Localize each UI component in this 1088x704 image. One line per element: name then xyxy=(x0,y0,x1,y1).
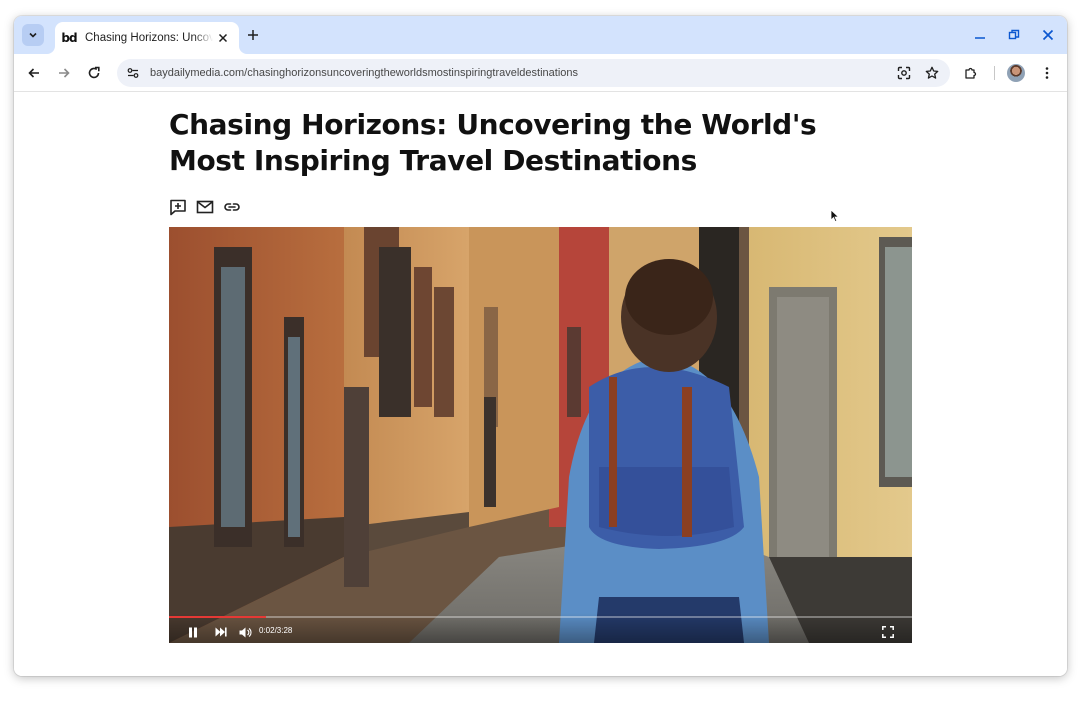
comment-add-button[interactable] xyxy=(168,197,188,217)
back-button[interactable] xyxy=(24,63,44,83)
page-content: Chasing Horizons: Uncovering the World's… xyxy=(14,93,1067,676)
menu-button[interactable] xyxy=(1037,63,1057,83)
video-time: 0:02/3:28 xyxy=(259,626,293,635)
tab-strip: bd Chasing Horizons: Uncovering the Worl… xyxy=(14,16,1067,54)
restore-button[interactable] xyxy=(1004,25,1024,45)
tune-icon xyxy=(127,68,139,78)
more-vert-icon xyxy=(1045,67,1049,79)
url-text: baydailymedia.com/chasinghorizonsuncover… xyxy=(150,67,579,79)
video-player[interactable]: 0:02/3:28 xyxy=(169,227,912,643)
email-share-button[interactable] xyxy=(195,197,215,217)
comment-add-icon xyxy=(170,199,186,216)
close-window-button[interactable] xyxy=(1038,25,1058,45)
browser-window: bd Chasing Horizons: Uncovering the Worl… xyxy=(14,16,1067,676)
skip-next-icon xyxy=(215,627,227,637)
browser-toolbar: baydailymedia.com/chasinghorizonsuncover… xyxy=(14,54,1067,92)
bd-logo-icon: bd xyxy=(61,31,77,45)
pause-button[interactable] xyxy=(185,624,201,640)
forward-button[interactable] xyxy=(54,63,74,83)
tab-title: Chasing Horizons: Uncovering the World's… xyxy=(85,32,213,44)
volume-button[interactable] xyxy=(237,624,253,640)
video-frame xyxy=(169,227,912,643)
fullscreen-button[interactable] xyxy=(880,624,896,640)
close-icon xyxy=(218,33,228,43)
lens-icon xyxy=(897,66,911,80)
active-tab[interactable]: bd Chasing Horizons: Uncovering the Worl… xyxy=(55,22,239,54)
tab-search-button[interactable] xyxy=(22,24,44,46)
toolbar-separator xyxy=(994,66,995,80)
site-info-button[interactable] xyxy=(122,62,144,84)
share-actions xyxy=(168,197,242,217)
lens-button[interactable] xyxy=(894,63,914,83)
reload-button[interactable] xyxy=(84,63,104,83)
mouse-cursor-icon xyxy=(830,209,840,223)
chevron-down-icon xyxy=(29,32,37,38)
profile-avatar[interactable] xyxy=(1007,64,1025,82)
reload-icon xyxy=(88,66,100,79)
close-icon xyxy=(1042,29,1054,41)
star-icon xyxy=(925,66,939,79)
fullscreen-icon xyxy=(882,626,894,638)
video-controls: 0:02/3:28 xyxy=(169,613,912,643)
link-icon xyxy=(224,203,240,211)
new-tab-button[interactable] xyxy=(244,26,262,44)
skip-next-button[interactable] xyxy=(213,624,229,640)
bookmark-button[interactable] xyxy=(922,63,942,83)
tab-close-button[interactable] xyxy=(215,30,231,46)
mail-icon xyxy=(196,200,214,214)
pause-icon xyxy=(189,627,197,637)
minimize-icon xyxy=(975,37,985,39)
article-headline: Chasing Horizons: Uncovering the World's… xyxy=(169,108,817,177)
arrow-left-icon xyxy=(28,68,39,78)
video-progress-fill xyxy=(169,616,266,618)
arrow-right-icon xyxy=(59,68,70,78)
volume-icon xyxy=(239,627,251,637)
extensions-button[interactable] xyxy=(961,63,981,83)
puzzle-icon xyxy=(965,67,977,79)
restore-icon xyxy=(1008,29,1020,40)
address-bar[interactable]: baydailymedia.com/chasinghorizonsuncover… xyxy=(117,59,950,87)
copy-link-button[interactable] xyxy=(222,197,242,217)
minimize-button[interactable] xyxy=(970,25,990,45)
video-progress-bar[interactable] xyxy=(169,616,912,618)
plus-icon xyxy=(248,30,258,40)
